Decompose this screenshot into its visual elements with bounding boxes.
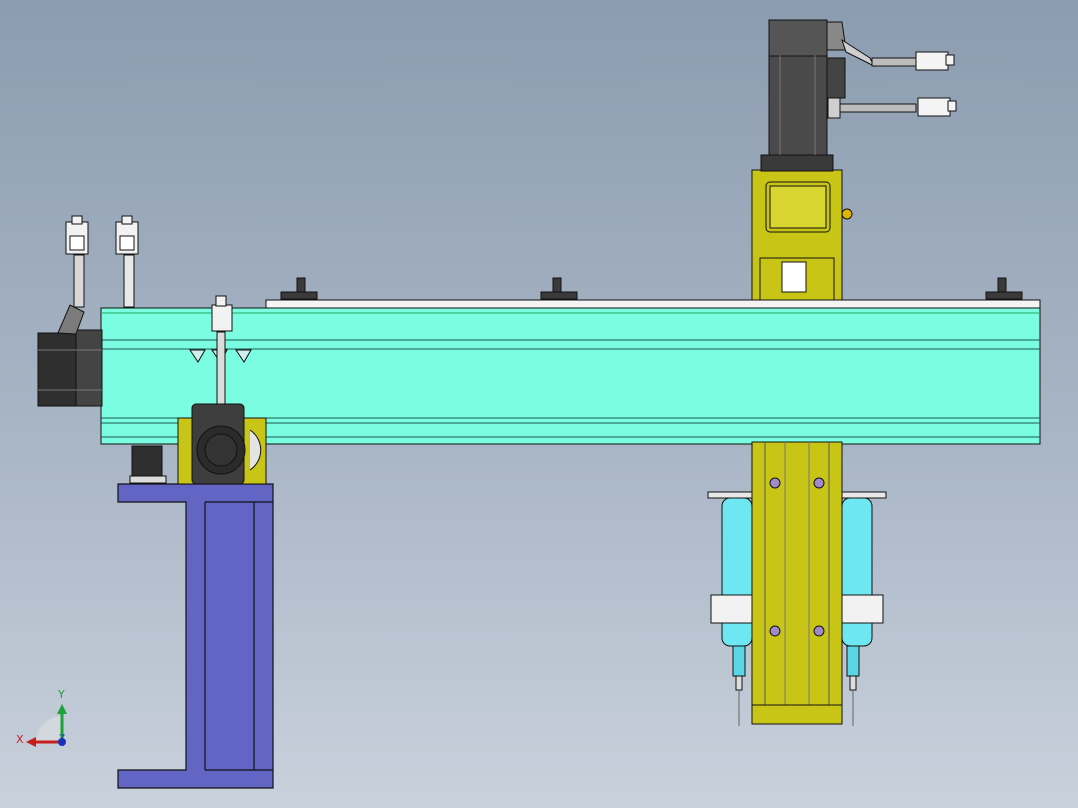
cad-viewport[interactable]: X Y Z (0, 0, 1078, 808)
rail-clamp (985, 277, 1023, 300)
connector-icon (915, 51, 955, 71)
axis-label-z: Z (59, 734, 66, 744)
top-rail (265, 277, 1041, 309)
left-end-motor (37, 304, 103, 407)
upper-carriage (751, 169, 853, 301)
connector-icon (211, 295, 233, 332)
rail-clamp (540, 277, 578, 300)
z-axis-motor (760, 19, 847, 172)
left-cable-bundle (65, 215, 139, 308)
motor-cables (827, 38, 957, 119)
connector-icon (65, 215, 89, 255)
axis-label-y: Y (58, 688, 65, 701)
connector-icon (115, 215, 139, 255)
gantry-drawing (26, 19, 1041, 789)
support-pillar (117, 483, 274, 789)
syringe-right (841, 491, 887, 726)
syringe-left (707, 491, 753, 726)
axis-label-x: X (16, 733, 24, 746)
connector-icon (917, 97, 957, 117)
z-axis-column (751, 441, 843, 725)
rail-clamp (280, 277, 318, 300)
